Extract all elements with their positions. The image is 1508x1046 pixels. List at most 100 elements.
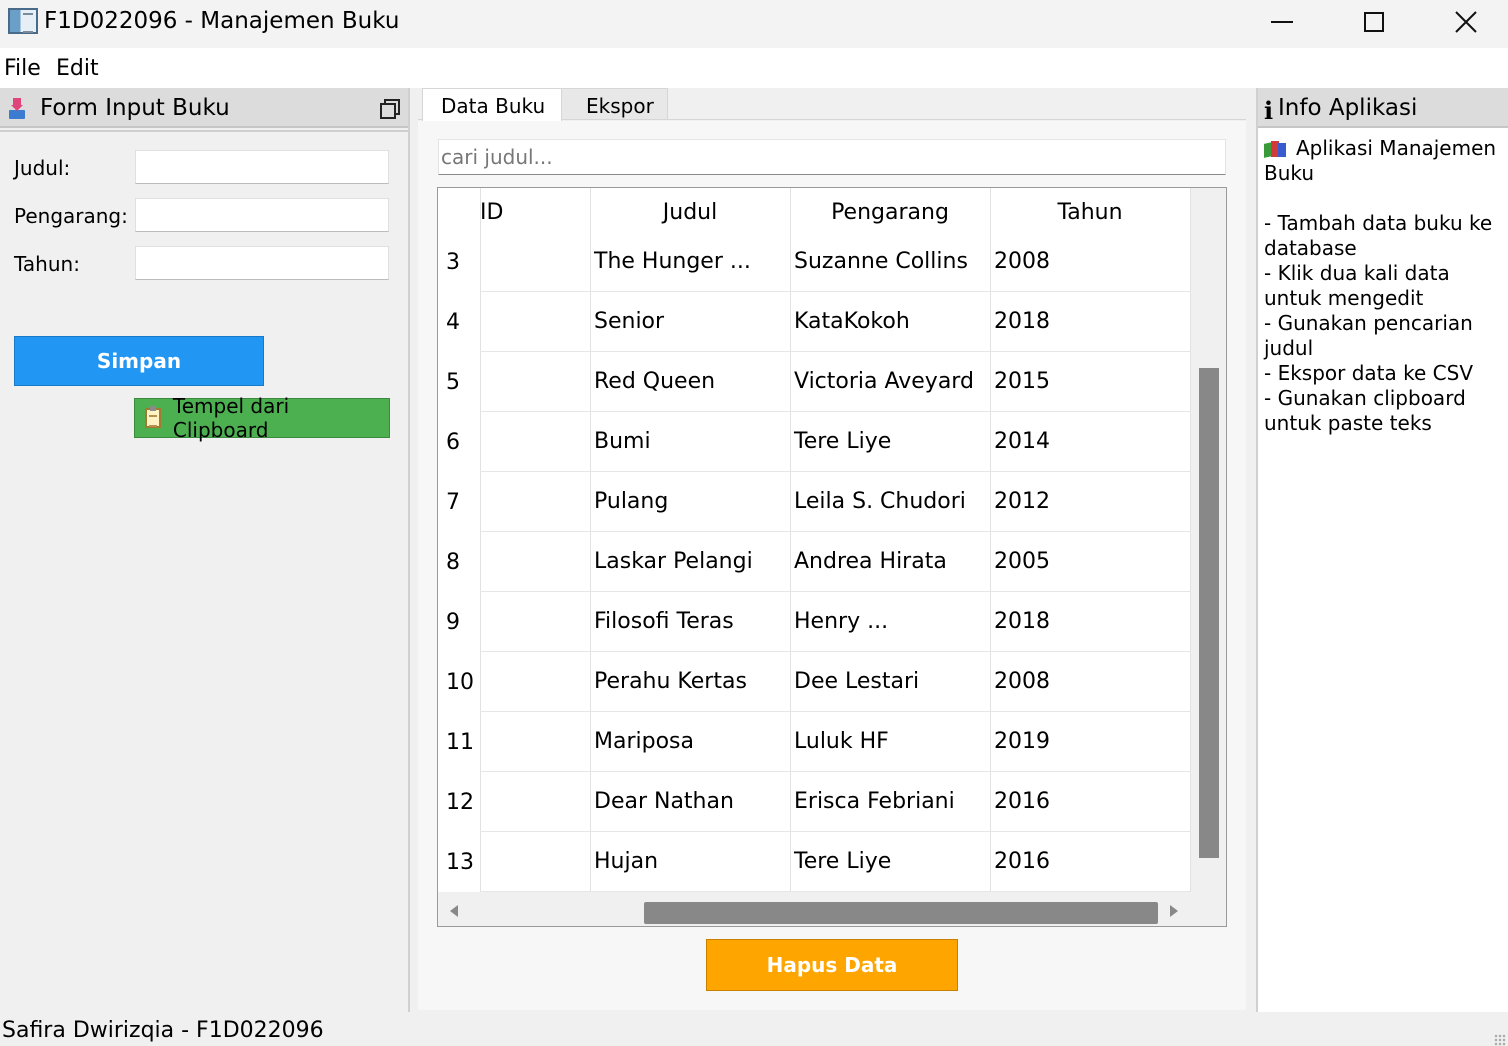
table-cell-judul[interactable]: Mariposa xyxy=(590,712,790,772)
table-cell-tahun[interactable]: 2008 xyxy=(990,232,1190,292)
row-header[interactable]: 7 xyxy=(438,472,480,532)
info-line: - Tambah data buku ke database xyxy=(1264,211,1493,260)
table-cell-judul[interactable]: Red Queen xyxy=(590,352,790,412)
vertical-scroll-thumb[interactable] xyxy=(1199,368,1219,858)
maximize-icon xyxy=(1364,12,1384,32)
app-name-line: Aplikasi Manajemen Buku xyxy=(1264,136,1506,186)
table-cell-id[interactable] xyxy=(480,712,590,772)
table-cell-tahun[interactable]: 2012 xyxy=(990,472,1190,532)
table-cell-judul[interactable]: Senior xyxy=(590,292,790,352)
table-cell-pengarang[interactable]: Suzanne Collins xyxy=(790,232,990,292)
clipboard-icon xyxy=(145,406,161,428)
table-cell-tahun[interactable]: 2014 xyxy=(990,412,1190,472)
row-header[interactable]: 10 xyxy=(438,652,480,712)
table-cell-pengarang[interactable]: Dee Lestari xyxy=(790,652,990,712)
table-cell-judul[interactable]: Filosofi Teras xyxy=(590,592,790,652)
row-header[interactable]: 9 xyxy=(438,592,480,652)
delete-button[interactable]: Hapus Data xyxy=(706,939,958,991)
app-icon xyxy=(8,8,38,34)
table-cell-judul[interactable]: The Hunger ... xyxy=(590,232,790,292)
row-header[interactable]: 11 xyxy=(438,712,480,772)
app-name: Aplikasi Manajemen Buku xyxy=(1264,136,1497,185)
tab-data-buku[interactable]: Data Buku xyxy=(422,88,562,122)
table-cell-pengarang[interactable]: Tere Liye xyxy=(790,832,990,892)
info-line: - Ekspor data ke CSV xyxy=(1264,361,1474,385)
table-cell-id[interactable] xyxy=(480,352,590,412)
float-icon[interactable] xyxy=(380,99,400,119)
table-cell-pengarang[interactable]: Andrea Hirata xyxy=(790,532,990,592)
pengarang-input[interactable] xyxy=(135,198,389,232)
info-line: - Klik dua kali data untuk mengedit xyxy=(1264,261,1450,310)
table-cell-judul[interactable]: Laskar Pelangi xyxy=(590,532,790,592)
table-cell-pengarang[interactable]: Tere Liye xyxy=(790,412,990,472)
inbox-icon xyxy=(9,98,25,119)
info-line: - Gunakan clipboard untuk paste teks xyxy=(1264,386,1466,435)
table-cell-pengarang[interactable]: Luluk HF xyxy=(790,712,990,772)
horizontal-scroll-thumb[interactable] xyxy=(644,902,1158,924)
main-area: Data Buku Ekspor cari judul... ID Judul … xyxy=(418,88,1246,1010)
info-dock-title: Info Aplikasi xyxy=(1278,95,1418,121)
table-cell-judul[interactable]: Pulang xyxy=(590,472,790,532)
table-cell-id[interactable] xyxy=(480,832,590,892)
table-cell-pengarang[interactable]: Erisca Febriani xyxy=(790,772,990,832)
menu-file[interactable]: File xyxy=(4,56,41,81)
table-cell-tahun[interactable]: 2016 xyxy=(990,772,1190,832)
table-cell-id[interactable] xyxy=(480,772,590,832)
form-dock-title: Form Input Buku xyxy=(40,95,230,121)
table-cell-pengarang[interactable]: Victoria Aveyard xyxy=(790,352,990,412)
tahun-label: Tahun: xyxy=(14,252,80,276)
scroll-left-icon[interactable] xyxy=(450,905,458,917)
table-cell-id[interactable] xyxy=(480,292,590,352)
table-cell-tahun[interactable]: 2015 xyxy=(990,352,1190,412)
row-header[interactable]: 6 xyxy=(438,412,480,472)
table-cell-judul[interactable]: Bumi xyxy=(590,412,790,472)
table-cell-id[interactable] xyxy=(480,652,590,712)
resize-grip-icon[interactable] xyxy=(1494,1034,1506,1046)
table-cell-tahun[interactable]: 2016 xyxy=(990,832,1190,892)
tahun-input[interactable] xyxy=(135,246,389,280)
table-cell-pengarang[interactable]: Leila S. Chudori xyxy=(790,472,990,532)
table-cell-tahun[interactable]: 2018 xyxy=(990,592,1190,652)
table-cell-pengarang[interactable]: Henry ... xyxy=(790,592,990,652)
table-cell-judul[interactable]: Dear Nathan xyxy=(590,772,790,832)
minimize-button[interactable] xyxy=(1236,0,1328,44)
info-icon: i xyxy=(1264,96,1274,125)
paste-clipboard-label: Tempel dari Clipboard xyxy=(172,394,290,442)
row-header[interactable]: 12 xyxy=(438,772,480,832)
data-buku-page: cari judul... ID Judul Pengarang Tahun 3… xyxy=(418,121,1246,1010)
horizontal-scrollbar[interactable] xyxy=(438,892,1226,926)
judul-input[interactable] xyxy=(135,150,389,184)
info-line: - Gunakan pencarian judul xyxy=(1264,311,1473,360)
table-cell-tahun[interactable]: 2005 xyxy=(990,532,1190,592)
row-header[interactable]: 3 xyxy=(438,232,480,292)
menu-bar: File Edit xyxy=(0,48,1508,88)
scroll-right-icon[interactable] xyxy=(1170,905,1178,917)
table-cell-judul[interactable]: Hujan xyxy=(590,832,790,892)
tab-ekspor[interactable]: Ekspor xyxy=(562,88,668,120)
status-text: Safira Dwirizqia - F1D022096 xyxy=(2,1018,324,1043)
search-input[interactable]: cari judul... xyxy=(438,139,1226,175)
table-cell-tahun[interactable]: 2008 xyxy=(990,652,1190,712)
table-cell-tahun[interactable]: 2019 xyxy=(990,712,1190,772)
table-cell-id[interactable] xyxy=(480,412,590,472)
row-header[interactable]: 5 xyxy=(438,352,480,412)
table-cell-id[interactable] xyxy=(480,532,590,592)
save-button[interactable]: Simpan xyxy=(14,336,264,386)
table-cell-tahun[interactable]: 2018 xyxy=(990,292,1190,352)
paste-clipboard-button[interactable]: Tempel dari Clipboard xyxy=(134,394,390,442)
row-header[interactable]: 8 xyxy=(438,532,480,592)
menu-edit[interactable]: Edit xyxy=(56,56,99,81)
table-cell-judul[interactable]: Perahu Kertas xyxy=(590,652,790,712)
row-header[interactable]: 4 xyxy=(438,292,480,352)
table-cell-id[interactable] xyxy=(480,592,590,652)
minimize-icon xyxy=(1271,21,1293,23)
close-button[interactable] xyxy=(1420,0,1508,44)
table-cell-id[interactable] xyxy=(480,232,590,292)
book-table[interactable]: ID Judul Pengarang Tahun 3 The Hunger ..… xyxy=(437,187,1227,927)
table-cell-pengarang[interactable]: KataKokoh xyxy=(790,292,990,352)
table-cell-id[interactable] xyxy=(480,472,590,532)
maximize-button[interactable] xyxy=(1328,0,1420,44)
row-header[interactable]: 13 xyxy=(438,832,480,892)
judul-label: Judul: xyxy=(14,156,71,180)
form-panel: Judul: Pengarang: Tahun: Simpan Tempel d… xyxy=(0,130,408,1012)
